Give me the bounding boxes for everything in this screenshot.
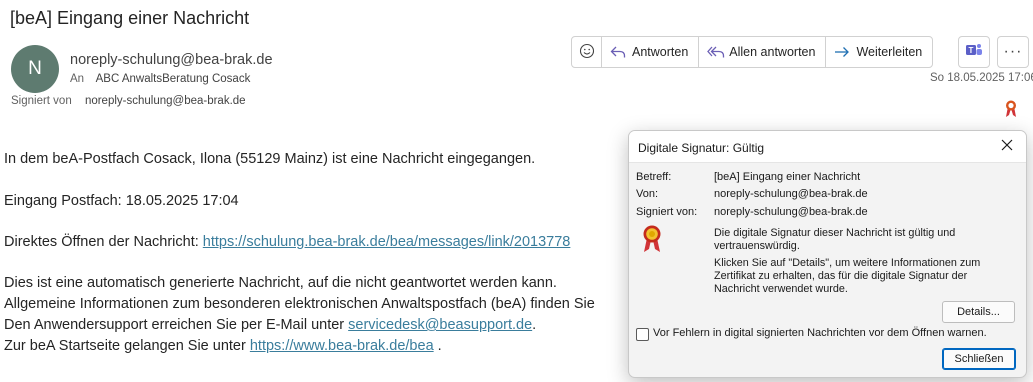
body-line-notification: In dem beA-Postfach Cosack, Ilona (55129… [4,151,536,167]
body-line-startpage: Zur beA Startseite gelangen Sie unter ht… [4,338,442,354]
startpage-label: Zur beA Startseite gelangen Sie unter [4,338,250,354]
dialog-from-value: noreply-schulung@bea-brak.de [714,188,868,200]
body-line-autogenerated: Dies ist eine automatisch generierte Nac… [4,275,557,291]
dialog-titlebar[interactable]: Digitale Signatur: Gültig [629,131,1026,163]
close-dialog-button[interactable]: Schließen [942,348,1016,370]
details-button[interactable]: Details... [942,301,1015,323]
avatar-initial: N [28,58,42,79]
teams-icon: T [965,42,983,63]
valid-signature-ribbon-icon [641,224,663,254]
more-actions-button[interactable]: ··· [997,36,1029,68]
emoji-icon [579,43,595,62]
email-subject: [beA] Eingang einer Nachricht [10,8,250,28]
startpage-link[interactable]: https://www.bea-brak.de/bea [250,338,434,354]
reply-icon [610,45,632,59]
dialog-details-message: Klicken Sie auf "Details", um weitere In… [714,257,981,295]
to-value[interactable]: ABC AnwaltsBeratung Cosack [96,73,251,85]
forward-label: Weiterleiten [856,45,923,59]
digital-signature-dialog: Digitale Signatur: Gültig Betreff: [beA]… [628,130,1027,378]
message-link[interactable]: https://schulung.bea-brak.de/bea/message… [203,234,571,250]
recipient-row: An ABC AnwaltsBeratung Cosack [70,73,250,85]
signature-ribbon-icon[interactable] [1004,99,1018,119]
dialog-valid-message: Die digitale Signatur dieser Nachricht i… [714,227,956,252]
reply-all-button[interactable]: Allen antworten [699,37,827,67]
signed-by-value: noreply-schulung@bea-brak.de [84,95,246,107]
dialog-signed-label: Signiert von: [636,206,698,218]
reply-all-label: Allen antworten [729,45,816,59]
body-line-general-info: Allgemeine Informationen zum besonderen … [4,296,595,312]
received-timestamp: So 18.05.2025 17:06 [930,72,1033,84]
forward-button[interactable]: Weiterleiten [826,37,932,67]
direct-open-label: Direktes Öffnen der Nachricht: [4,234,203,250]
signed-by-row: Signiert von noreply-schulung@bea-brak.d… [11,95,246,107]
forward-icon [834,45,856,59]
startpage-suffix: . [433,338,442,354]
close-icon [1001,138,1013,156]
signed-by-label: Signiert von [11,95,72,107]
dialog-title: Digitale Signatur: Gültig [638,141,765,155]
dialog-subject-label: Betreff: [636,171,672,183]
dialog-from-label: Von: [636,188,659,200]
support-label: Den Anwendersupport erreichen Sie per E-… [4,317,349,333]
support-suffix: . [532,317,537,333]
reply-all-icon [707,45,729,59]
body-line-direct-open: Direktes Öffnen der Nachricht: https://s… [4,234,570,250]
dialog-subject-value: [beA] Eingang einer Nachricht [714,171,861,183]
dialog-signed-value: noreply-schulung@bea-brak.de [714,206,868,218]
teams-share-button[interactable]: T [958,36,990,68]
dialog-close-button[interactable] [998,138,1016,156]
to-label: An [70,73,85,85]
body-line-support: Den Anwendersupport erreichen Sie per E-… [4,317,536,333]
body-line-received: Eingang Postfach: 18.05.2025 17:04 [4,193,239,209]
warn-before-open-label[interactable]: Vor Fehlern in digital signierten Nachri… [653,327,987,339]
warn-before-open-checkbox[interactable] [636,328,649,341]
message-action-toolbar: Antworten Allen antworten Weiterleiten [571,36,934,68]
avatar[interactable]: N [11,45,59,93]
reply-button[interactable]: Antworten [602,37,700,67]
support-email-link[interactable]: servicedesk@beasupport.de [348,317,532,333]
more-icon: ··· [1003,43,1023,60]
sender-address[interactable]: noreply-schulung@bea-brak.de [70,52,273,68]
svg-text:T: T [969,46,974,55]
reaction-button[interactable] [572,37,602,67]
reply-label: Antworten [632,45,689,59]
